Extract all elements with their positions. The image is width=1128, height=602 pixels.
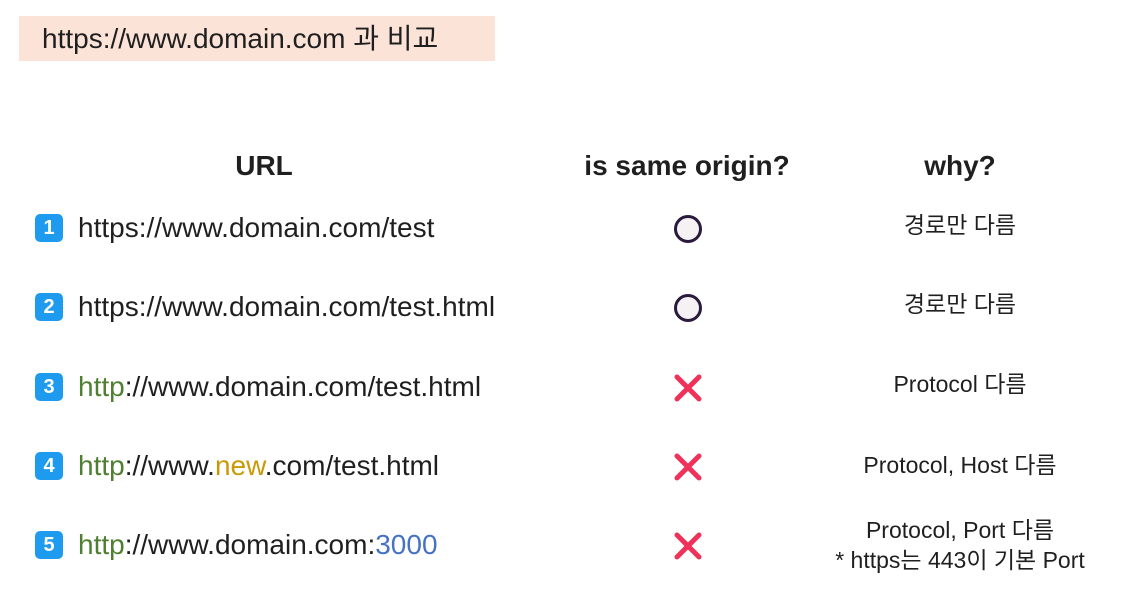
url-text: .com/test.html xyxy=(264,450,440,481)
url-protocol: http xyxy=(78,371,125,402)
row-reason: Protocol 다름 xyxy=(800,369,1120,399)
circle-icon xyxy=(674,215,702,243)
url-text: https://www.domain.com/test xyxy=(78,212,435,243)
row-reason: 경로만 다름 xyxy=(800,289,1120,319)
circle-icon xyxy=(674,294,702,322)
reason-line: Protocol, Host 다름 xyxy=(863,452,1057,478)
url-host: new xyxy=(214,450,265,481)
row-url: http://www.domain.com/test.html xyxy=(78,367,481,407)
url-port: 3000 xyxy=(375,529,438,560)
row-url: https://www.domain.com/test xyxy=(78,208,434,248)
cross-icon xyxy=(674,374,702,402)
url-text: ://www.domain.com/test.html xyxy=(124,371,482,402)
row-reason: Protocol, Host 다름 xyxy=(800,450,1120,480)
row-reason: Protocol, Port 다름 * https는 443이 기본 Port xyxy=(800,515,1120,575)
url-text: ://www.domain.com: xyxy=(124,529,376,560)
url-protocol: http xyxy=(78,450,125,481)
row-number-badge: 2 xyxy=(35,293,63,321)
row-number-badge: 1 xyxy=(35,214,63,242)
column-header-why: why? xyxy=(924,150,996,181)
url-text: ://www. xyxy=(124,450,215,481)
reason-line: Protocol, Port 다름 xyxy=(865,517,1055,543)
url-text: https://www.domain.com/test.html xyxy=(78,291,496,322)
url-protocol: http xyxy=(78,529,125,560)
row-url: https://www.domain.com/test.html xyxy=(78,287,495,327)
reason-line: 경로만 다름 xyxy=(903,212,1017,238)
column-header-url: URL xyxy=(235,150,293,181)
cross-icon xyxy=(674,453,702,481)
row-url: http://www.new.com/test.html xyxy=(78,446,439,486)
cross-icon xyxy=(674,532,702,560)
row-reason: 경로만 다름 xyxy=(800,210,1120,240)
row-number-badge: 5 xyxy=(35,531,63,559)
row-number-badge: 4 xyxy=(35,452,63,480)
reason-line: 경로만 다름 xyxy=(903,291,1017,317)
row-number-badge: 3 xyxy=(35,373,63,401)
column-header-same-origin: is same origin? xyxy=(584,150,790,181)
reason-note: * https는 443이 기본 Port xyxy=(835,547,1085,573)
row-url: http://www.domain.com:3000 xyxy=(78,525,438,565)
page-title: https://www.domain.com 과 비교 xyxy=(19,16,495,61)
reason-line: Protocol 다름 xyxy=(893,371,1027,397)
